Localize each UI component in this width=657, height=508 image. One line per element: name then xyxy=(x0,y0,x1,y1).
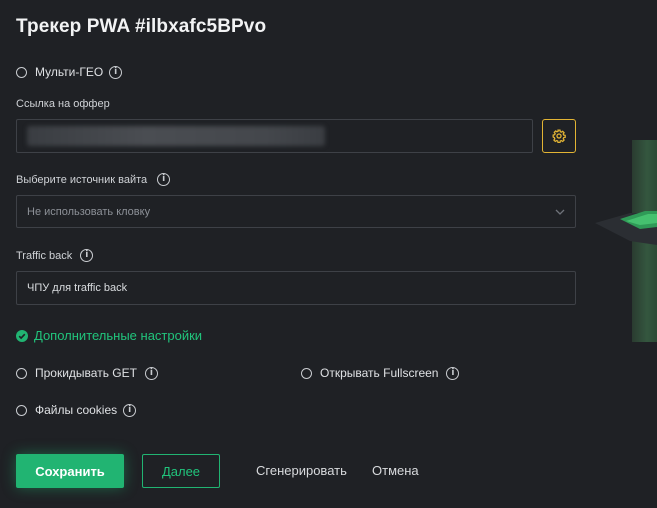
open-fullscreen-radio[interactable] xyxy=(301,367,312,379)
offer-settings-button[interactable] xyxy=(542,119,576,153)
offer-link-input[interactable] xyxy=(16,119,533,153)
multi-geo-radio[interactable] xyxy=(16,66,27,78)
info-icon[interactable]: i xyxy=(446,366,460,380)
advanced-settings-toggle[interactable]: Дополнительные настройки xyxy=(16,328,202,343)
generate-button[interactable]: Сгенерировать xyxy=(256,463,347,478)
info-icon[interactable]: i xyxy=(157,173,171,186)
open-fullscreen-option[interactable]: Открывать Fullscreen i xyxy=(301,366,460,380)
source-label: Выберите источник вайта xyxy=(16,173,148,186)
multi-geo-label: Мульти-ГЕО xyxy=(35,65,104,79)
cookies-label: Файлы cookies xyxy=(35,403,118,417)
info-icon[interactable]: i xyxy=(109,65,123,79)
traffic-back-input[interactable]: ЧПУ для traffic back xyxy=(16,271,576,305)
source-select-value: Не использовать кловку xyxy=(27,205,151,218)
decorative-card-image xyxy=(595,211,657,245)
source-label-row: Выберите источник вайта i xyxy=(16,173,171,186)
offer-link-value-redacted xyxy=(27,126,325,146)
forward-get-label: Прокидывать GET xyxy=(35,366,137,380)
info-icon[interactable]: i xyxy=(80,249,94,262)
next-button[interactable]: Далее xyxy=(142,454,220,488)
save-button[interactable]: Сохранить xyxy=(16,454,124,488)
chevron-down-icon xyxy=(555,209,565,215)
advanced-settings-label: Дополнительные настройки xyxy=(34,328,203,343)
cancel-button[interactable]: Отмена xyxy=(372,463,419,478)
check-circle-icon xyxy=(16,329,28,342)
open-fullscreen-label: Открывать Fullscreen xyxy=(320,366,439,380)
cookies-radio[interactable] xyxy=(16,404,27,416)
forward-get-option[interactable]: Прокидывать GET i xyxy=(16,366,158,380)
info-icon[interactable]: i xyxy=(123,403,137,417)
source-select[interactable]: Не использовать кловку xyxy=(16,195,576,228)
info-icon[interactable]: i xyxy=(144,366,158,380)
traffic-back-placeholder: ЧПУ для traffic back xyxy=(27,282,128,294)
gear-icon xyxy=(552,129,566,143)
traffic-back-label: Traffic back xyxy=(16,249,73,262)
cookies-option[interactable]: Файлы cookies i xyxy=(16,403,137,417)
page-title: Трекер PWA #ilbxafc5BPvo xyxy=(16,16,267,37)
offer-link-label: Ссылка на оффер xyxy=(16,98,110,110)
forward-get-radio[interactable] xyxy=(16,367,27,379)
multi-geo-option[interactable]: Мульти-ГЕО i xyxy=(16,65,123,79)
traffic-back-label-row: Traffic back i xyxy=(16,249,94,262)
